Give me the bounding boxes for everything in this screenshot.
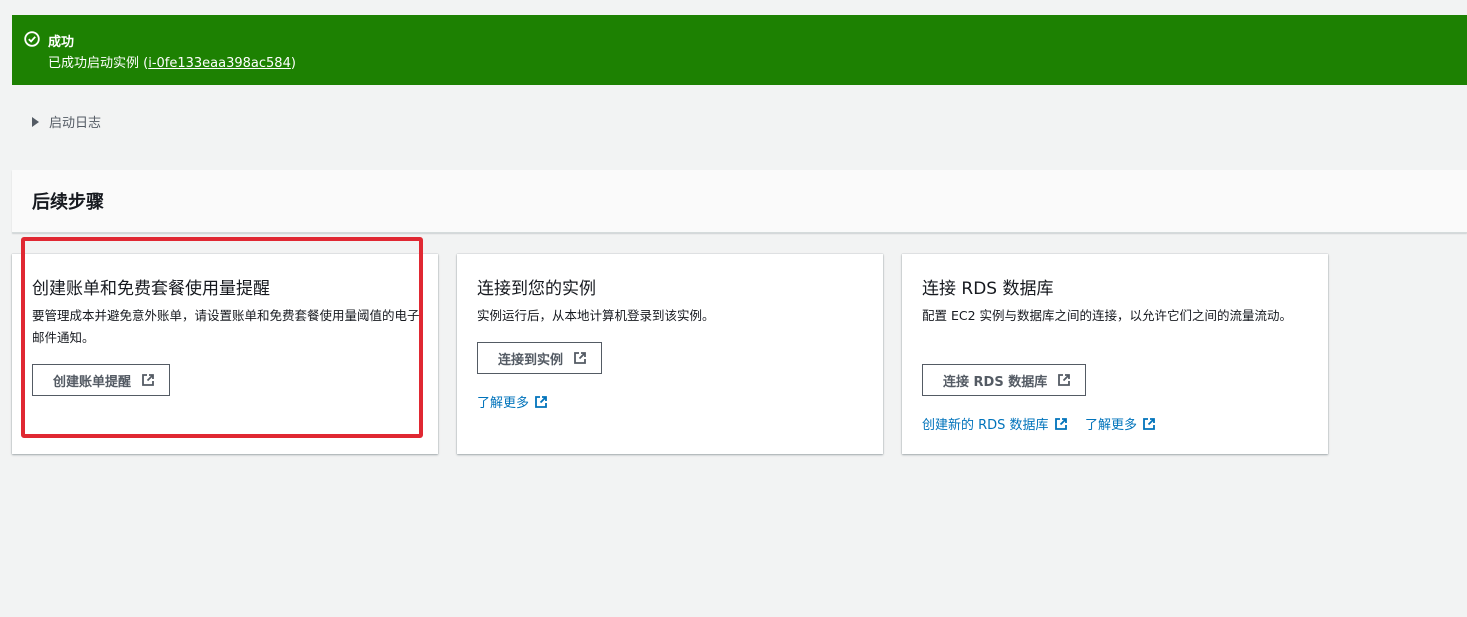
card-title: 连接 RDS 数据库 <box>922 279 1054 299</box>
check-circle-icon <box>24 31 40 47</box>
flash-message: 已成功启动实例 (i-0fe133eaa398ac584) <box>48 52 296 71</box>
connect-instance-button[interactable]: 连接到实例 <box>477 342 603 374</box>
external-link-icon <box>141 373 155 387</box>
external-link-icon <box>1054 417 1068 431</box>
create-rds-database-link[interactable]: 创建新的 RDS 数据库 <box>922 414 1068 433</box>
launch-log-toggle[interactable]: 启动日志 <box>32 112 101 131</box>
external-link-icon <box>573 351 587 365</box>
success-flash-banner: 成功 已成功启动实例 (i-0fe133eaa398ac584) <box>12 15 1467 85</box>
card-description: 要管理成本并避免意外账单，请设置账单和免费套餐使用量阈值的电子邮件通知。 <box>32 308 420 345</box>
card-description: 实例运行后，从本地计算机登录到该实例。 <box>477 308 715 323</box>
caret-right-icon <box>32 116 39 127</box>
learn-more-link[interactable]: 了解更多 <box>1085 414 1156 433</box>
instance-id-link[interactable]: i-0fe133eaa398ac584 <box>148 56 291 71</box>
link-label: 了解更多 <box>477 396 530 411</box>
create-billing-alert-button[interactable]: 创建账单提醒 <box>32 364 171 396</box>
connect-instance-card: 连接到您的实例 实例运行后，从本地计算机登录到该实例。 连接到实例 了解更多 <box>457 254 883 454</box>
connect-rds-card: 连接 RDS 数据库 配置 EC2 实例与数据库之间的连接，以允许它们之间的流量… <box>902 254 1328 454</box>
card-title: 连接到您的实例 <box>477 279 596 299</box>
external-link-icon <box>534 395 548 409</box>
link-label: 了解更多 <box>1085 418 1138 433</box>
button-label: 连接 RDS 数据库 <box>943 374 1048 390</box>
next-steps-title: 后续步骤 <box>32 192 104 213</box>
flash-message-prefix: 已成功启动实例 ( <box>48 56 149 71</box>
external-link-icon <box>1142 417 1156 431</box>
billing-alert-card: 创建账单和免费套餐使用量提醒 要管理成本并避免意外账单，请设置账单和免费套餐使用… <box>12 254 438 454</box>
connect-rds-button[interactable]: 连接 RDS 数据库 <box>922 364 1087 396</box>
external-link-icon <box>1057 373 1071 387</box>
button-label: 创建账单提醒 <box>53 374 132 390</box>
button-label: 连接到实例 <box>498 352 564 368</box>
learn-more-link[interactable]: 了解更多 <box>477 392 548 411</box>
link-label: 创建新的 RDS 数据库 <box>922 418 1049 433</box>
launch-log-label: 启动日志 <box>49 116 102 131</box>
flash-title: 成功 <box>48 35 75 50</box>
card-title: 创建账单和免费套餐使用量提醒 <box>32 279 270 299</box>
next-steps-header: 后续步骤 <box>12 170 1467 233</box>
card-description: 配置 EC2 实例与数据库之间的连接，以允许它们之间的流量流动。 <box>922 308 1293 323</box>
flash-message-suffix: ) <box>290 56 296 71</box>
